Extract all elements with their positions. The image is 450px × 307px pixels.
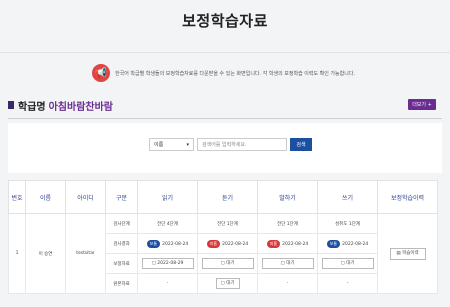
class-label: 학급명 xyxy=(18,101,46,113)
page-title: 보정학습자료 xyxy=(182,12,268,30)
more-button[interactable]: 더보기 + xyxy=(408,99,436,110)
history-cell: ▤ 학습이력 xyxy=(377,213,438,294)
chevron-down-icon: ▾ xyxy=(186,142,189,148)
megaphone-icon: 📢 xyxy=(92,64,110,82)
material-writing: ▢ 대기 xyxy=(317,253,378,274)
header-category: 구분 xyxy=(105,180,138,214)
title-divider xyxy=(0,52,450,53)
search-input[interactable]: 검색어를 입력하세요. xyxy=(197,138,287,151)
result-date: 2022-08-24 xyxy=(222,241,249,247)
result-speaking: 미흡 2022-08-24 xyxy=(257,233,318,254)
row-label-result: 검사결과 xyxy=(105,233,138,254)
status-badge: 보통 xyxy=(146,239,161,248)
original-speaking: - xyxy=(257,273,318,294)
result-date: 2022-08-24 xyxy=(162,241,189,247)
material-label: 대기 xyxy=(346,261,355,266)
original-listening: ▢ 대기 xyxy=(197,273,258,294)
material-button[interactable]: ▢ 대기 xyxy=(321,258,374,269)
original-reading: - xyxy=(137,273,198,294)
material-button[interactable]: ▢ 대기 xyxy=(201,258,254,269)
search-area: 이름 ▾ 검색어를 입력하세요. 검색 xyxy=(8,123,442,173)
search-type-value: 이름 xyxy=(154,142,164,148)
header-speaking: 말하기 xyxy=(257,180,318,214)
material-speaking: ▢ 대기 xyxy=(257,253,318,274)
header-writing: 쓰기 xyxy=(317,180,378,214)
history-button[interactable]: ▤ 학습이력 xyxy=(389,247,426,260)
student-name: 이 승연 xyxy=(25,213,66,294)
search-button[interactable]: 검색 xyxy=(290,138,312,151)
results-table: 번호 이름 아이디 구분 읽기 듣기 말하기 쓰기 보정학습이력 1 이 승연 … xyxy=(8,180,438,294)
row-label-level: 검사단계 xyxy=(105,213,138,234)
level-writing: 성취도 1단계 xyxy=(317,213,378,234)
header-reading: 읽기 xyxy=(137,180,198,214)
header-no: 번호 xyxy=(8,180,26,214)
row-label-material: 보정자료 xyxy=(105,253,138,274)
material-reading: ▢ 2022-08-29 xyxy=(137,253,198,274)
result-listening: 미흡 2022-08-24 xyxy=(197,233,258,254)
result-reading: 보통 2022-08-24 xyxy=(137,233,198,254)
material-label: 2022-08-29 xyxy=(157,261,184,266)
header-listening: 듣기 xyxy=(197,180,258,214)
material-button[interactable]: ▢ 대기 xyxy=(261,258,314,269)
material-label: 대기 xyxy=(226,261,235,266)
status-badge: 보통 xyxy=(326,239,341,248)
search-type-select[interactable]: 이름 ▾ xyxy=(149,138,194,151)
original-writing: - xyxy=(317,273,378,294)
header-history: 보정학습이력 xyxy=(377,180,438,214)
class-row: 학급명 아침바람찬바람 더보기 + xyxy=(8,95,442,115)
original-label: 대기 xyxy=(226,281,235,286)
status-badge: 미흡 xyxy=(206,239,221,248)
result-writing: 보통 2022-08-24 xyxy=(317,233,378,254)
level-speaking: 전단 1단계 xyxy=(257,213,318,234)
class-name: 아침바람찬바람 xyxy=(48,101,114,113)
student-id: testsitar xyxy=(65,213,106,294)
result-date: 2022-08-24 xyxy=(282,241,309,247)
original-button[interactable]: ▢ 대기 xyxy=(215,278,240,289)
status-badge: 미흡 xyxy=(266,239,281,248)
section-divider xyxy=(8,118,442,119)
notice-text: 한국어 학급별 학생들의 보정학습자료를 다운받을 수 있는 화면입니다. 각 … xyxy=(115,70,356,77)
row-label-original: 원본자료 xyxy=(105,273,138,294)
class-marker-icon xyxy=(8,101,14,109)
header-id: 아이디 xyxy=(65,180,106,214)
level-listening: 전단 1단계 xyxy=(197,213,258,234)
material-listening: ▢ 대기 xyxy=(197,253,258,274)
student-no: 1 xyxy=(8,213,26,294)
level-reading: 전단 4단계 xyxy=(137,213,198,234)
notice-banner: 📢 한국어 학급별 학생들의 보정학습자료를 다운받을 수 있는 화면입니다. … xyxy=(92,62,355,84)
material-button[interactable]: ▢ 2022-08-29 xyxy=(141,258,194,269)
result-date: 2022-08-24 xyxy=(342,241,369,247)
history-label: 학습이력 xyxy=(402,250,419,256)
header-name: 이름 xyxy=(25,180,66,214)
material-label: 대기 xyxy=(286,261,295,266)
